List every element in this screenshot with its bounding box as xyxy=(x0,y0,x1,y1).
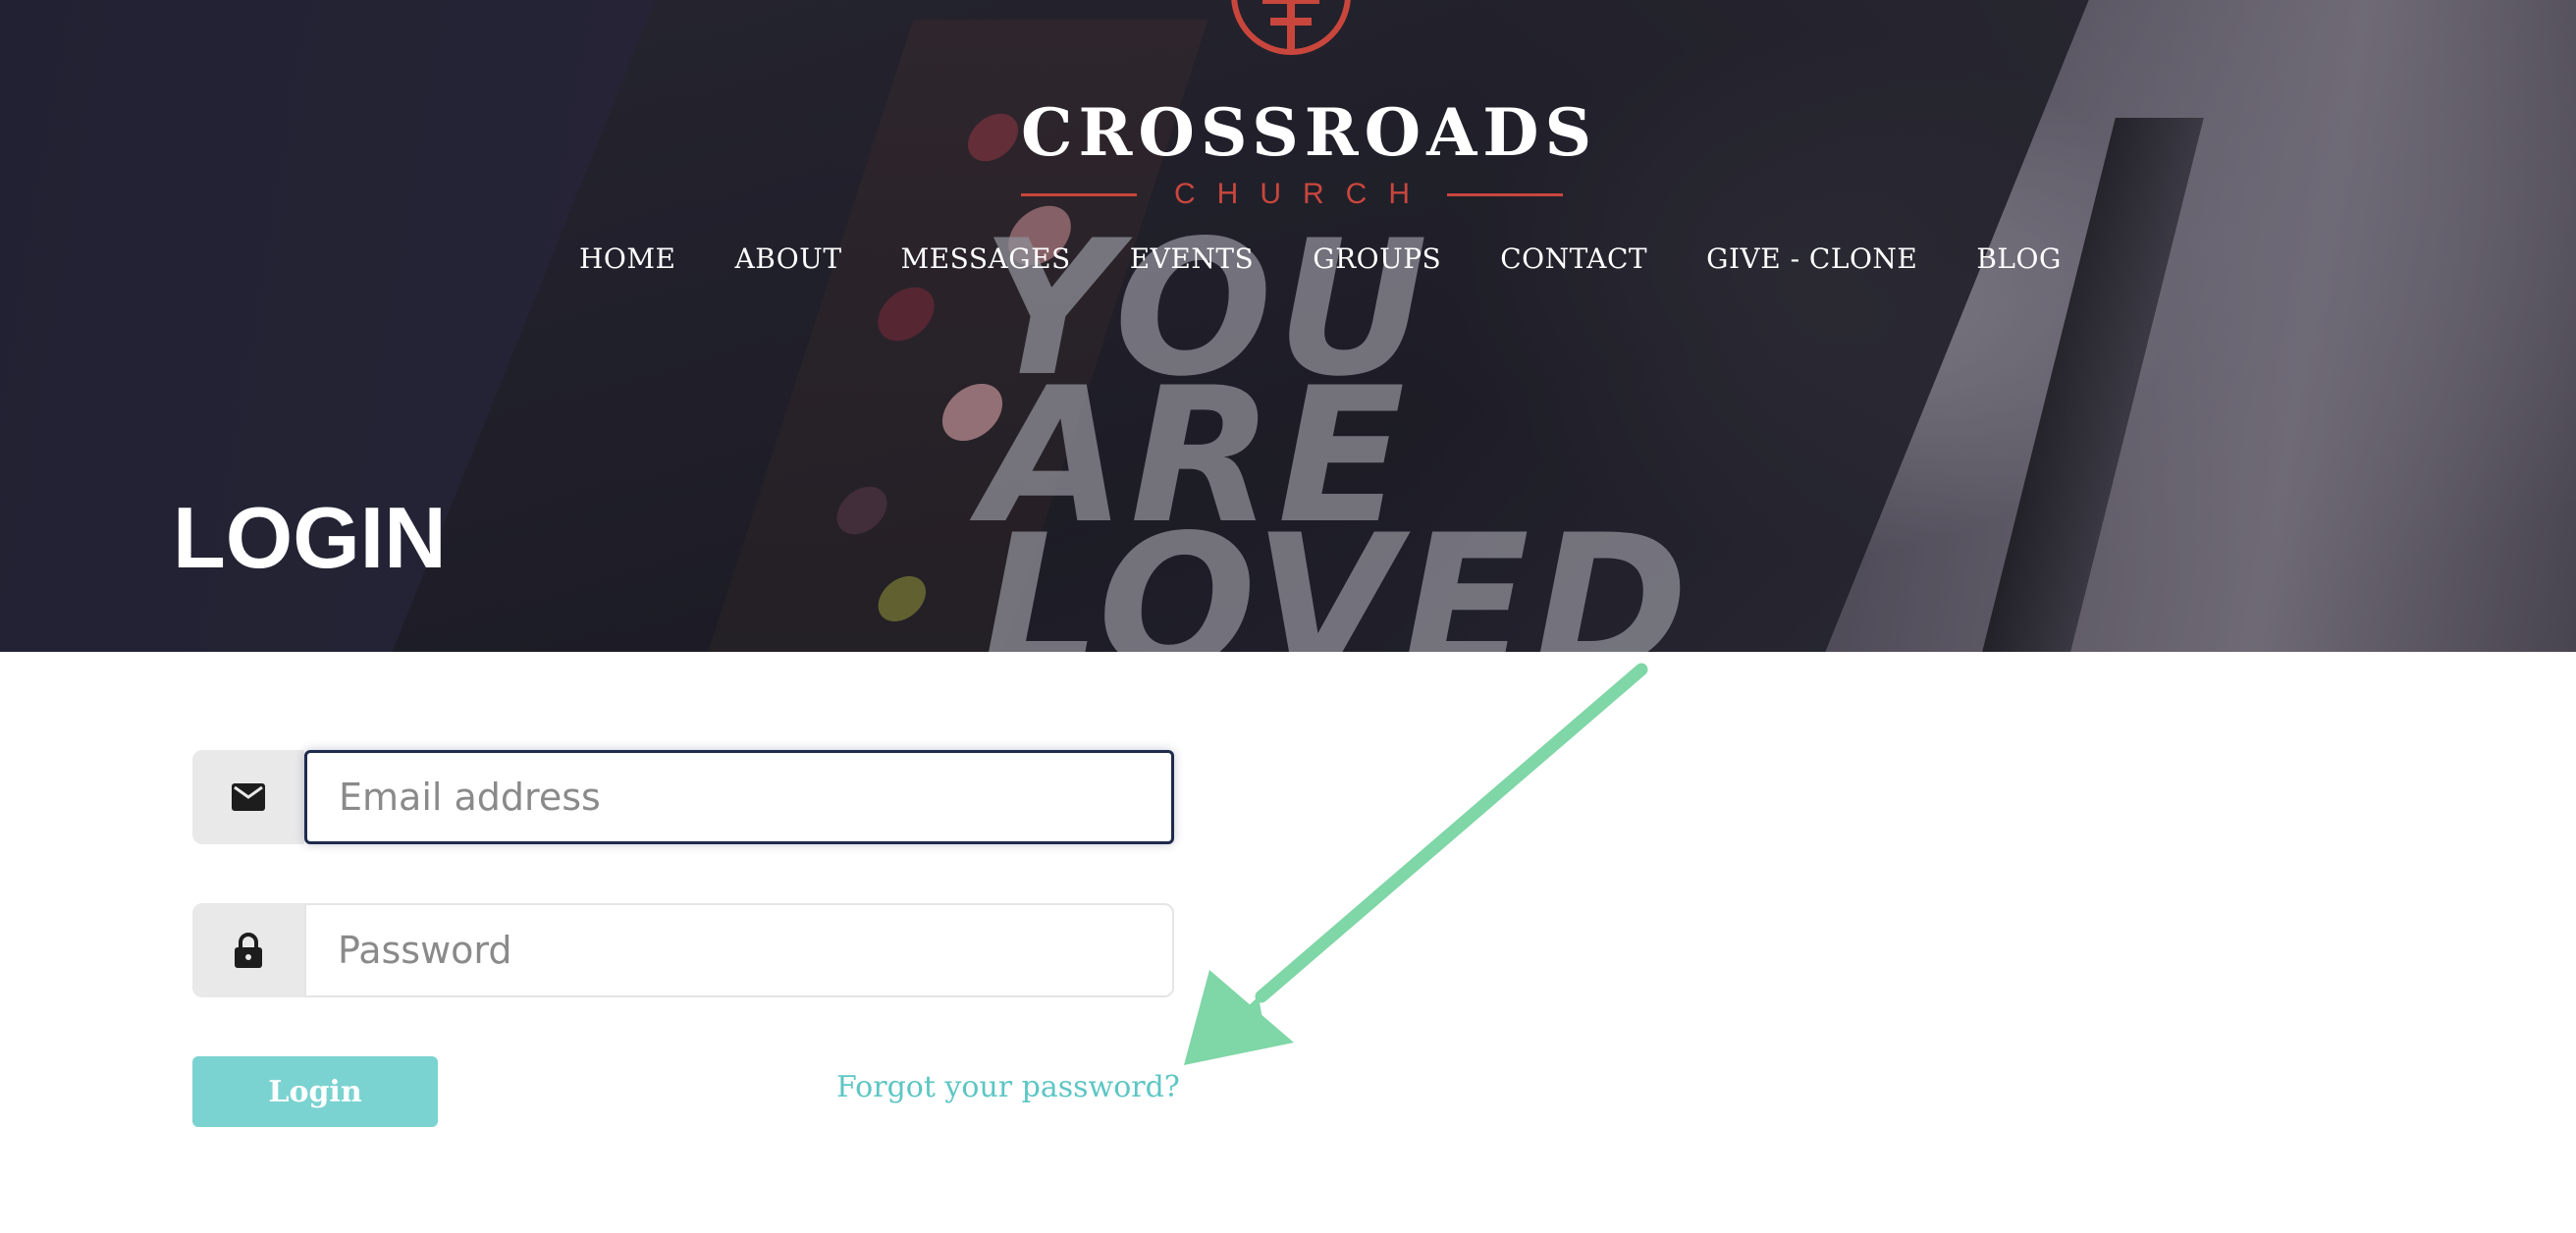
nav-about[interactable]: ABOUT xyxy=(734,240,841,279)
cross-logo-icon xyxy=(1231,0,1351,55)
annotation-arrow-icon xyxy=(1184,663,1648,1065)
lock-icon xyxy=(235,933,262,968)
password-field-group xyxy=(192,903,1174,997)
login-button[interactable]: Login xyxy=(192,1056,438,1127)
hero-banner: YOU ARE LOVED CROSSROADS CHURCH HOME ABO… xyxy=(0,0,2576,652)
forgot-password-link[interactable]: Forgot your password? xyxy=(836,1070,1180,1104)
nav-contact[interactable]: CONTACT xyxy=(1500,240,1647,279)
site-logo[interactable]: CROSSROADS CHURCH xyxy=(1021,0,1598,214)
main-nav: HOME ABOUT MESSAGES EVENTS GROUPS CONTAC… xyxy=(579,240,2062,279)
nav-give-clone[interactable]: GIVE - CLONE xyxy=(1706,240,1917,279)
email-field-group xyxy=(192,750,1174,844)
logo-wordmark: CROSSROADS xyxy=(1021,94,1598,171)
logo-subtitle: CHURCH xyxy=(1021,175,1563,214)
nav-groups[interactable]: GROUPS xyxy=(1313,240,1441,279)
email-input[interactable] xyxy=(304,750,1174,844)
nav-blog[interactable]: BLOG xyxy=(1976,240,2062,279)
email-addon xyxy=(192,750,304,844)
envelope-icon xyxy=(232,783,265,811)
page-title: LOGIN xyxy=(173,489,447,586)
nav-messages[interactable]: MESSAGES xyxy=(901,240,1071,279)
nav-events[interactable]: EVENTS xyxy=(1130,240,1254,279)
nav-home[interactable]: HOME xyxy=(579,240,675,279)
password-addon xyxy=(192,903,304,997)
password-input[interactable] xyxy=(304,903,1174,997)
